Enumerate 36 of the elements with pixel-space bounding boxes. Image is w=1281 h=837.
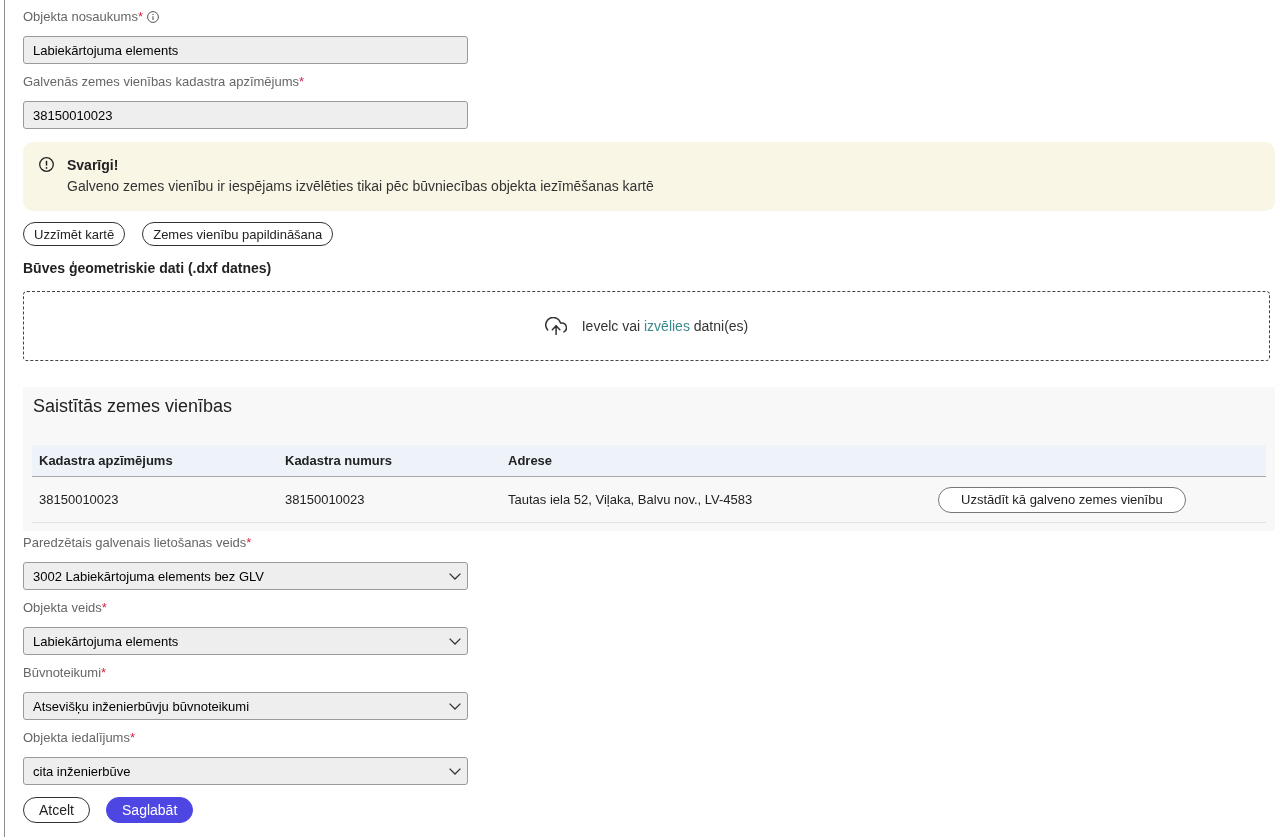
- column-header: Kadastra numurs: [284, 453, 393, 468]
- table-cell-text: 38150010023: [38, 492, 120, 507]
- exclamation-icon: [39, 157, 54, 172]
- save-button[interactable]: Saglabāt: [106, 797, 194, 823]
- chevron-down-icon: [449, 702, 461, 710]
- set-main-unit-button[interactable]: Uzstādīt kā galveno zemes vienību: [938, 486, 1186, 513]
- select-field[interactable]: cita inženierbūve: [23, 757, 468, 785]
- column-header: Adrese: [507, 453, 554, 468]
- field-label: Paredzētais galvenais lietošanas veids*: [23, 534, 252, 552]
- field-label: Objekta iedalījums*: [23, 729, 135, 747]
- column-header: Kadastra apzīmējums: [38, 453, 174, 468]
- select-field[interactable]: 3002 Labiekārtojuma elements bez GLV: [23, 562, 468, 590]
- select-field[interactable]: Labiekārtojuma elements: [23, 627, 468, 655]
- cloud-upload-icon: [544, 317, 567, 335]
- chevron-down-icon: [449, 572, 461, 580]
- chevron-down-icon: [449, 637, 461, 645]
- select-field[interactable]: Atsevišķu inženierbūvju būvnoteikumi: [23, 692, 468, 720]
- upload-hint: Ievelc vai izvēlies datni(es): [581, 318, 749, 334]
- section-title: Saistītās zemes vienības: [32, 395, 234, 418]
- map-action-button[interactable]: Uzzīmēt kartē: [23, 222, 126, 246]
- notice-text: Galveno zemes vienību ir iespējams izvēlēties tikai pēc būvniecības objekta iezīmēšanas kartē: [67, 177, 654, 196]
- table-cell-text: 38150010023: [284, 492, 366, 507]
- table-cell-text: Tautas iela 52, Viļaka, Balvu nov., LV-4583: [507, 492, 754, 507]
- field-label: Galvenās zemes vienības kadastra apzīmējums*: [23, 73, 305, 91]
- chevron-down-icon: [449, 767, 461, 775]
- notice-title: Svarīgi!: [67, 156, 120, 175]
- cancel-button[interactable]: Atcelt: [23, 797, 90, 823]
- file-drop-zone[interactable]: Ievelc vai izvēlies datni(es): [23, 291, 1270, 361]
- section-heading: Būves ģeometriskie dati (.dxf datnes): [23, 259, 273, 277]
- text-input[interactable]: 38150010023: [23, 101, 468, 129]
- field-label: Būvnoteikumi*: [23, 664, 107, 682]
- field-label: Objekta nosaukums*: [23, 8, 143, 26]
- field-label: Objekta veids*: [23, 599, 107, 617]
- map-action-button[interactable]: Zemes vienību papildināšana: [142, 222, 334, 246]
- text-input[interactable]: Labiekārtojuma elements: [23, 36, 468, 64]
- choose-file-link[interactable]: izvēlies: [644, 318, 690, 334]
